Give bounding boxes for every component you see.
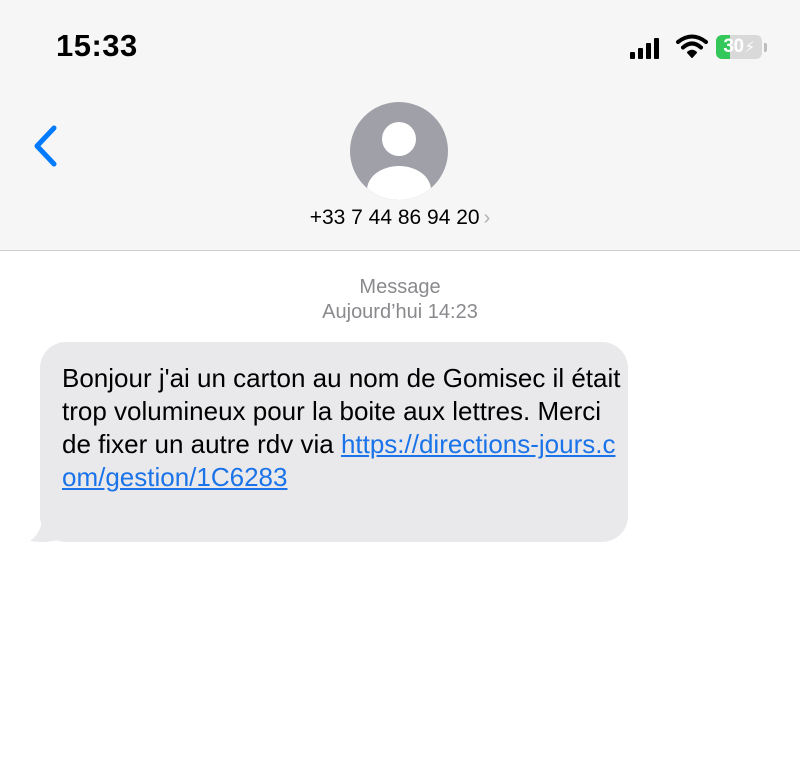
battery-level-text: 30 [723, 36, 744, 57]
battery-nub [764, 43, 767, 52]
message-service-label: Message [359, 276, 441, 298]
chevron-left-icon[interactable] [30, 124, 62, 168]
person-avatar-icon[interactable] [350, 102, 448, 200]
contact-phone-number: +33 7 44 86 94 20 [309, 206, 480, 229]
message-timestamp: Aujourd’hui 14:23 [322, 301, 478, 323]
conversation-header: 15:33 30 ⚡ +33 7 44 86 94 20 › [0, 0, 800, 251]
chevron-right-icon: › [483, 207, 491, 229]
charging-bolt-icon: ⚡ [744, 39, 756, 56]
wifi-icon [676, 34, 708, 58]
contact-name-button[interactable]: +33 7 44 86 94 20 › [0, 206, 800, 230]
battery-charging-icon: 30 ⚡ [716, 35, 762, 59]
message-text-block: Bonjour j'ai un carton au nom de Gomisec… [62, 362, 622, 494]
cellular-signal-icon [630, 38, 659, 59]
status-time: 15:33 [56, 28, 138, 63]
